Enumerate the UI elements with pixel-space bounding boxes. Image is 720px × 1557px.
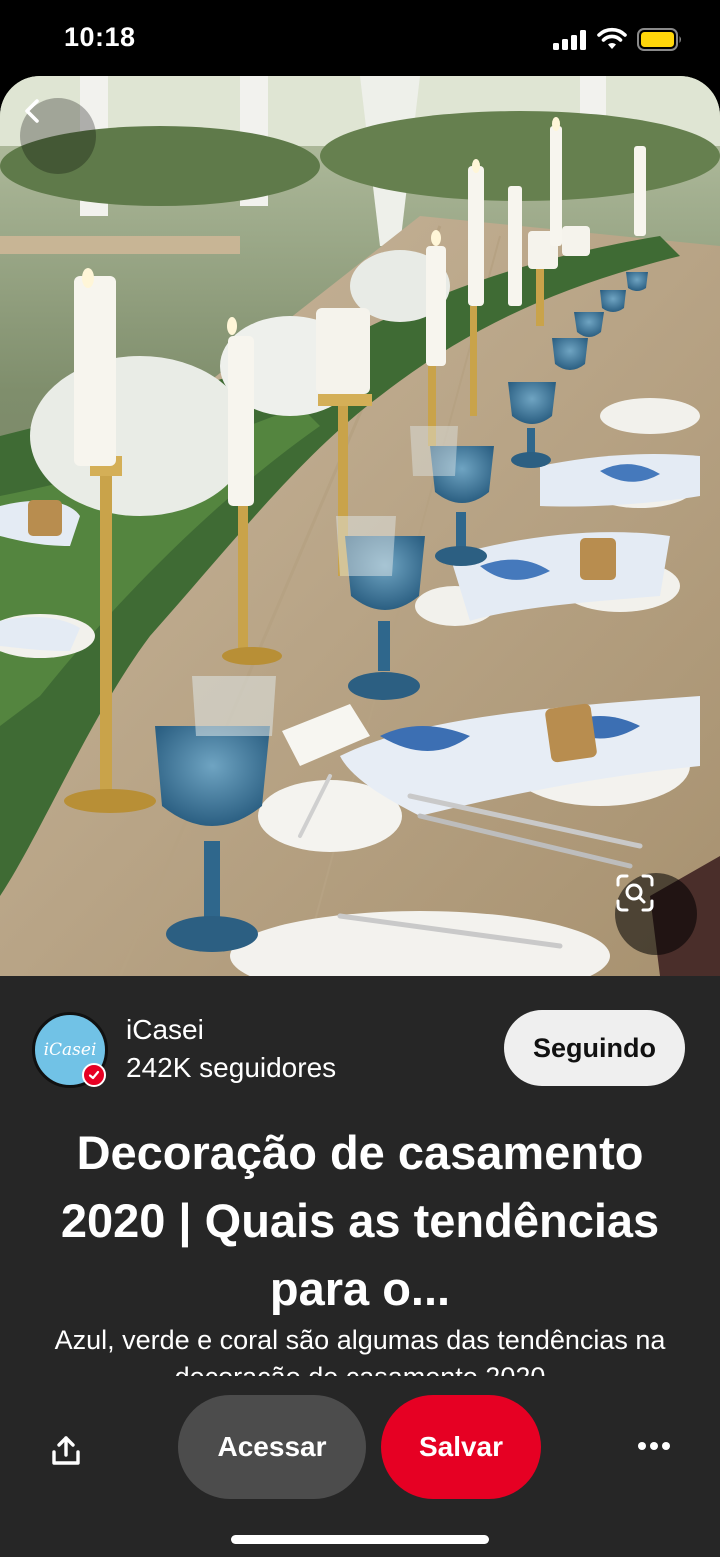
more-dots-icon xyxy=(638,1442,670,1450)
share-button[interactable] xyxy=(40,1425,92,1477)
visit-button[interactable]: Acessar xyxy=(178,1395,366,1499)
visual-search-button[interactable] xyxy=(615,873,697,955)
avatar-logo-text: iCasei xyxy=(43,1040,97,1060)
visual-search-icon xyxy=(616,874,654,912)
cellular-signal-icon xyxy=(553,30,586,50)
following-button[interactable]: Seguindo xyxy=(504,1010,685,1086)
save-button[interactable]: Salvar xyxy=(381,1395,541,1499)
chevron-left-icon xyxy=(25,99,39,123)
back-button[interactable] xyxy=(20,98,96,174)
battery-icon xyxy=(637,28,681,51)
share-icon xyxy=(52,1436,80,1465)
check-badge-icon xyxy=(82,1063,106,1087)
author-name[interactable]: iCasei xyxy=(126,1014,204,1046)
pin-description-container: Azul, verde e coral são algumas das tend… xyxy=(20,1322,700,1376)
status-time: 10:18 xyxy=(64,22,136,52)
follower-count: 242K seguidores xyxy=(126,1052,337,1083)
pin-title: Decoração de casamento 2020 | Quais as t… xyxy=(60,1126,660,1315)
more-options-button[interactable] xyxy=(626,1426,682,1466)
pin-sheet: iCasei iCasei 242K seguidores Seguindo D… xyxy=(0,76,720,1557)
wifi-icon xyxy=(597,27,627,49)
pin-description: Azul, verde e coral são algumas das tend… xyxy=(54,1325,666,1376)
home-indicator[interactable] xyxy=(231,1535,489,1544)
pin-image[interactable] xyxy=(0,76,720,976)
status-bar: 10:18 xyxy=(0,0,720,80)
pin-image-illustration xyxy=(0,76,720,976)
